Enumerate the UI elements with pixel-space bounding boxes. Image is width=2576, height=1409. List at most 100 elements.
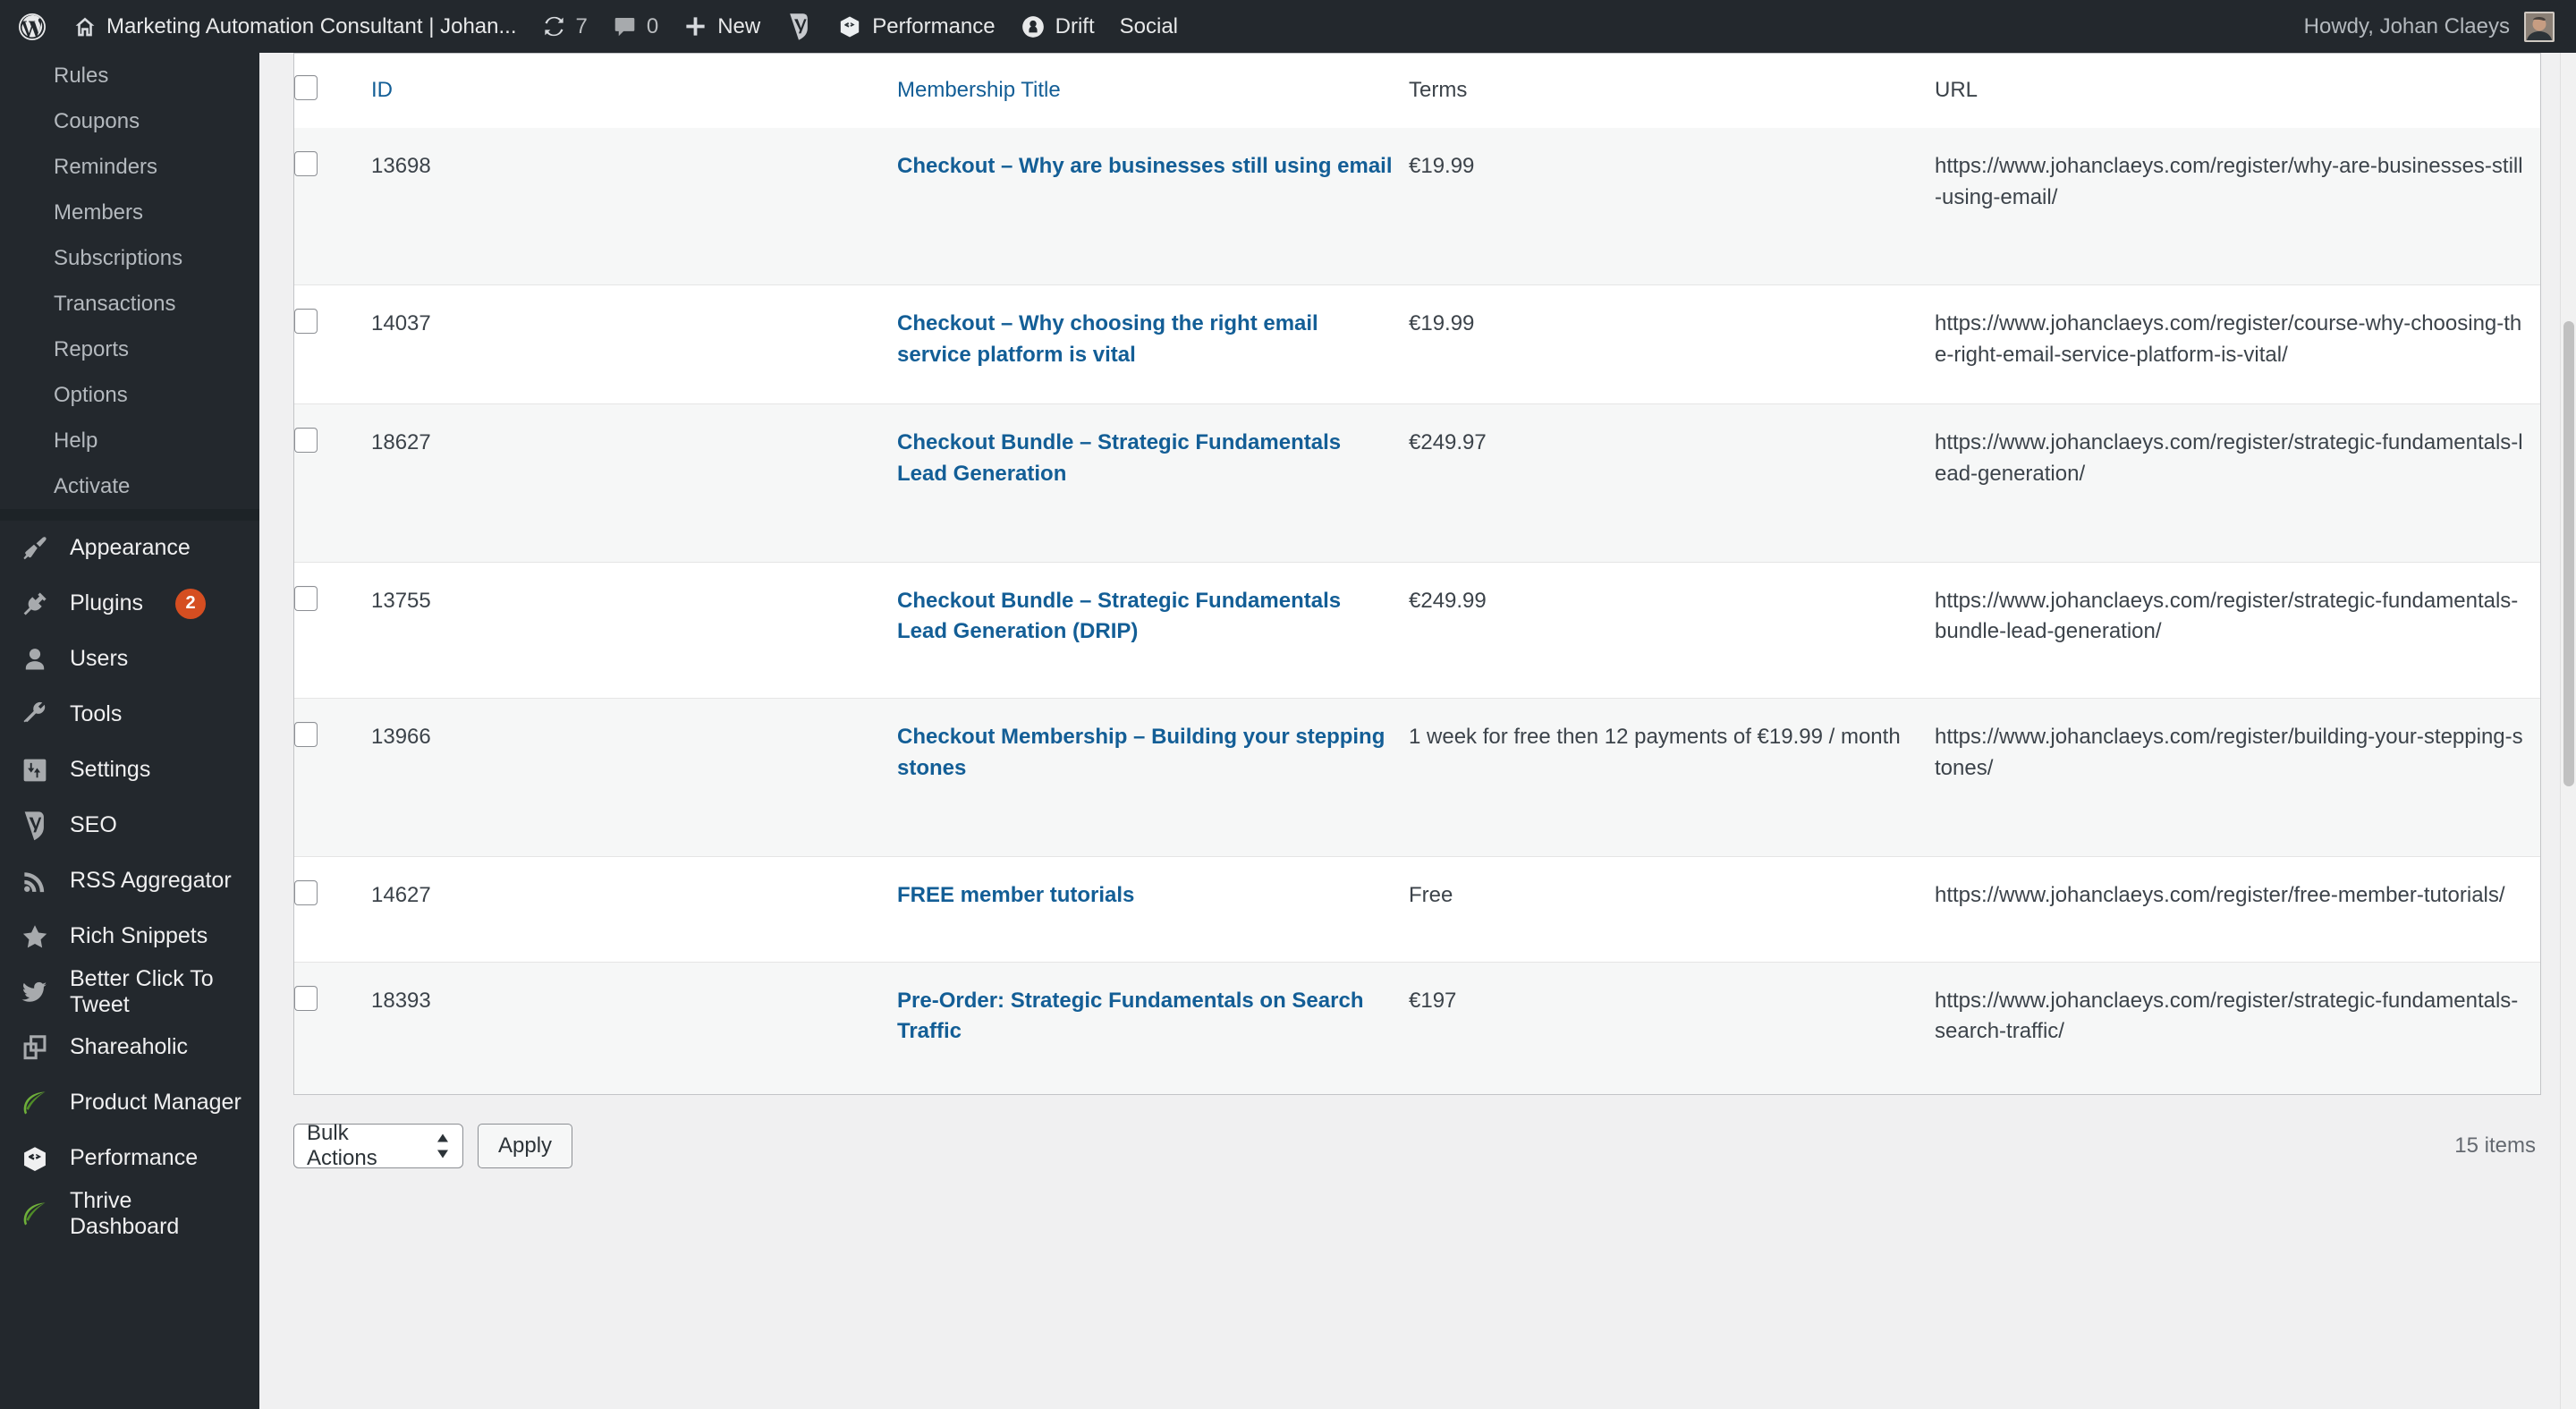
sidebar-submenu-item-reports[interactable]: Reports — [0, 327, 259, 372]
table-row[interactable]: 13698 Checkout – Why are businesses still… — [294, 127, 2540, 285]
cell-title: Checkout – Why choosing the right email … — [897, 284, 1409, 404]
sidebar-item-settings[interactable]: Settings — [0, 743, 259, 798]
cube-icon — [20, 1143, 50, 1174]
row-select-cell[interactable] — [294, 961, 371, 1095]
row-select-cell[interactable] — [294, 127, 371, 285]
sidebar-submenu-item-reminders[interactable]: Reminders — [0, 144, 259, 190]
wp-logo-menu[interactable] — [0, 0, 61, 53]
row-select-cell[interactable] — [294, 698, 371, 857]
yoast-seo-menu[interactable] — [773, 0, 825, 53]
sidebar-item-plugins[interactable]: Plugins 2 — [0, 576, 259, 632]
rss-icon — [20, 866, 50, 896]
table-row[interactable]: 14037 Checkout – Why choosing the right e… — [294, 284, 2540, 404]
sidebar-item-seo[interactable]: SEO — [0, 798, 259, 853]
membership-title-link[interactable]: Pre-Order: Strategic Fundamentals on Sea… — [897, 986, 1393, 1048]
cell-id: 14037 — [371, 284, 897, 404]
row-checkbox[interactable] — [294, 427, 318, 453]
drift-menu[interactable]: Drift — [1008, 0, 1107, 53]
social-label: Social — [1119, 13, 1178, 38]
row-checkbox[interactable] — [294, 309, 318, 335]
site-name-menu[interactable]: Marketing Automation Consultant | Johan.… — [61, 0, 530, 53]
sidebar-item-label: Plugins — [70, 590, 143, 616]
sidebar-submenu-item-transactions[interactable]: Transactions — [0, 281, 259, 327]
sidebar-item-thrive-dashboard[interactable]: Thrive Dashboard — [0, 1186, 259, 1242]
column-header-title[interactable]: Membership Title — [897, 53, 1409, 128]
page-scrollbar[interactable] — [2560, 53, 2576, 1409]
row-select-cell[interactable] — [294, 284, 371, 404]
my-account-menu[interactable]: Howdy, Johan Claeys — [2303, 11, 2576, 42]
howdy-label: Howdy, Johan Claeys — [2303, 13, 2510, 38]
bulk-actions-select[interactable]: Bulk Actions — [293, 1121, 463, 1170]
select-all-checkbox[interactable] — [294, 75, 318, 100]
row-checkbox[interactable] — [294, 722, 318, 748]
sidebar-submenu-label: Help — [54, 428, 98, 453]
leaf-icon — [20, 1199, 50, 1229]
sidebar-item-appearance[interactable]: Appearance — [0, 521, 259, 576]
sidebar-item-users[interactable]: Users — [0, 632, 259, 687]
table-row[interactable]: 18393 Pre-Order: Strategic Fundamentals o… — [294, 961, 2540, 1095]
column-header-id-link[interactable]: ID — [371, 78, 393, 102]
main-content: 13698 Checkout – Why are businesses still… — [259, 53, 2576, 1409]
sidebar-item-tools[interactable]: Tools — [0, 687, 259, 743]
new-label: New — [717, 13, 761, 38]
sidebar-submenu-item-options[interactable]: Options — [0, 372, 259, 418]
squares-icon — [20, 1032, 50, 1063]
scrollbar-thumb[interactable] — [2563, 321, 2574, 786]
sidebar-submenu-item-members[interactable]: Members — [0, 190, 259, 235]
membership-title-link[interactable]: FREE member tutorials — [897, 880, 1134, 912]
comments-menu[interactable]: 0 — [600, 0, 671, 53]
performance-menu[interactable]: Performance — [825, 0, 1007, 53]
row-select-cell[interactable] — [294, 561, 371, 699]
sidebar-submenu-item-help[interactable]: Help — [0, 418, 259, 463]
sidebar-item-label: Settings — [70, 757, 151, 783]
twitter-bird-icon — [20, 977, 50, 1007]
sidebar-submenu-item-rules[interactable]: Rules — [0, 53, 259, 98]
cell-title: FREE member tutorials — [897, 855, 1409, 963]
comments-count: 0 — [646, 13, 659, 38]
column-header-title-link[interactable]: Membership Title — [897, 78, 1061, 102]
table-row[interactable]: 18627 Checkout Bundle – Strategic Fundame… — [294, 403, 2540, 563]
membership-title-link[interactable]: Checkout Bundle – Strategic Fundamentals… — [897, 428, 1393, 490]
plus-icon — [683, 14, 708, 38]
new-content-menu[interactable]: New — [671, 0, 773, 53]
sidebar-item-product-manager[interactable]: Product Manager — [0, 1075, 259, 1131]
sidebar-submenu-label: Transactions — [54, 291, 176, 316]
sidebar-item-rich-snippets[interactable]: Rich Snippets — [0, 909, 259, 964]
paintbrush-icon — [20, 533, 50, 564]
cell-terms: €19.99 — [1409, 127, 1935, 285]
sidebar-submenu-item-coupons[interactable]: Coupons — [0, 98, 259, 144]
table-header-row: ID Membership Title Terms URL — [294, 53, 2540, 128]
sidebar-submenu-label: Coupons — [54, 108, 140, 133]
table-row[interactable]: 13755 Checkout Bundle – Strategic Fundame… — [294, 561, 2540, 699]
row-select-cell[interactable] — [294, 403, 371, 563]
membership-title-link[interactable]: Checkout – Why are businesses still usin… — [897, 151, 1393, 182]
sidebar-item-rss-aggregator[interactable]: RSS Aggregator — [0, 853, 259, 909]
sidebar-item-performance[interactable]: Performance — [0, 1131, 259, 1186]
cell-id: 13755 — [371, 561, 897, 699]
site-title: Marketing Automation Consultant | Johan.… — [106, 13, 517, 38]
row-checkbox[interactable] — [294, 879, 318, 905]
sidebar-item-better-click-to-tweet[interactable]: Better Click To Tweet — [0, 964, 259, 1020]
apply-button[interactable]: Apply — [478, 1124, 573, 1168]
updates-menu[interactable]: 7 — [530, 0, 600, 53]
table-body: 13698 Checkout – Why are businesses still… — [294, 127, 2540, 1095]
select-all-header[interactable] — [294, 53, 371, 128]
row-checkbox[interactable] — [294, 585, 318, 611]
membership-title-link[interactable]: Checkout Membership – Building your step… — [897, 722, 1393, 785]
table-footer-header: ID Membership Title Terms URL — [294, 53, 2540, 128]
sidebar-submenu-item-activate[interactable]: Activate — [0, 463, 259, 509]
sidebar-submenu-label: Rules — [54, 63, 109, 88]
row-select-cell[interactable] — [294, 855, 371, 963]
row-checkbox[interactable] — [294, 150, 318, 176]
table-row[interactable]: 13966 Checkout Membership – Building your… — [294, 698, 2540, 857]
bulk-actions-value: Bulk Actions — [307, 1121, 377, 1170]
sidebar-item-shareaholic[interactable]: Shareaholic — [0, 1020, 259, 1075]
membership-title-link[interactable]: Checkout Bundle – Strategic Fundamentals… — [897, 586, 1393, 649]
cell-terms: €249.97 — [1409, 403, 1935, 563]
social-menu[interactable]: Social — [1107, 0, 1191, 53]
membership-title-link[interactable]: Checkout – Why choosing the right email … — [897, 309, 1393, 371]
table-row[interactable]: 14627 FREE member tutorials Free https://ww… — [294, 855, 2540, 963]
column-header-id[interactable]: ID — [371, 53, 897, 128]
sidebar-submenu-item-subscriptions[interactable]: Subscriptions — [0, 235, 259, 281]
row-checkbox[interactable] — [294, 985, 318, 1011]
